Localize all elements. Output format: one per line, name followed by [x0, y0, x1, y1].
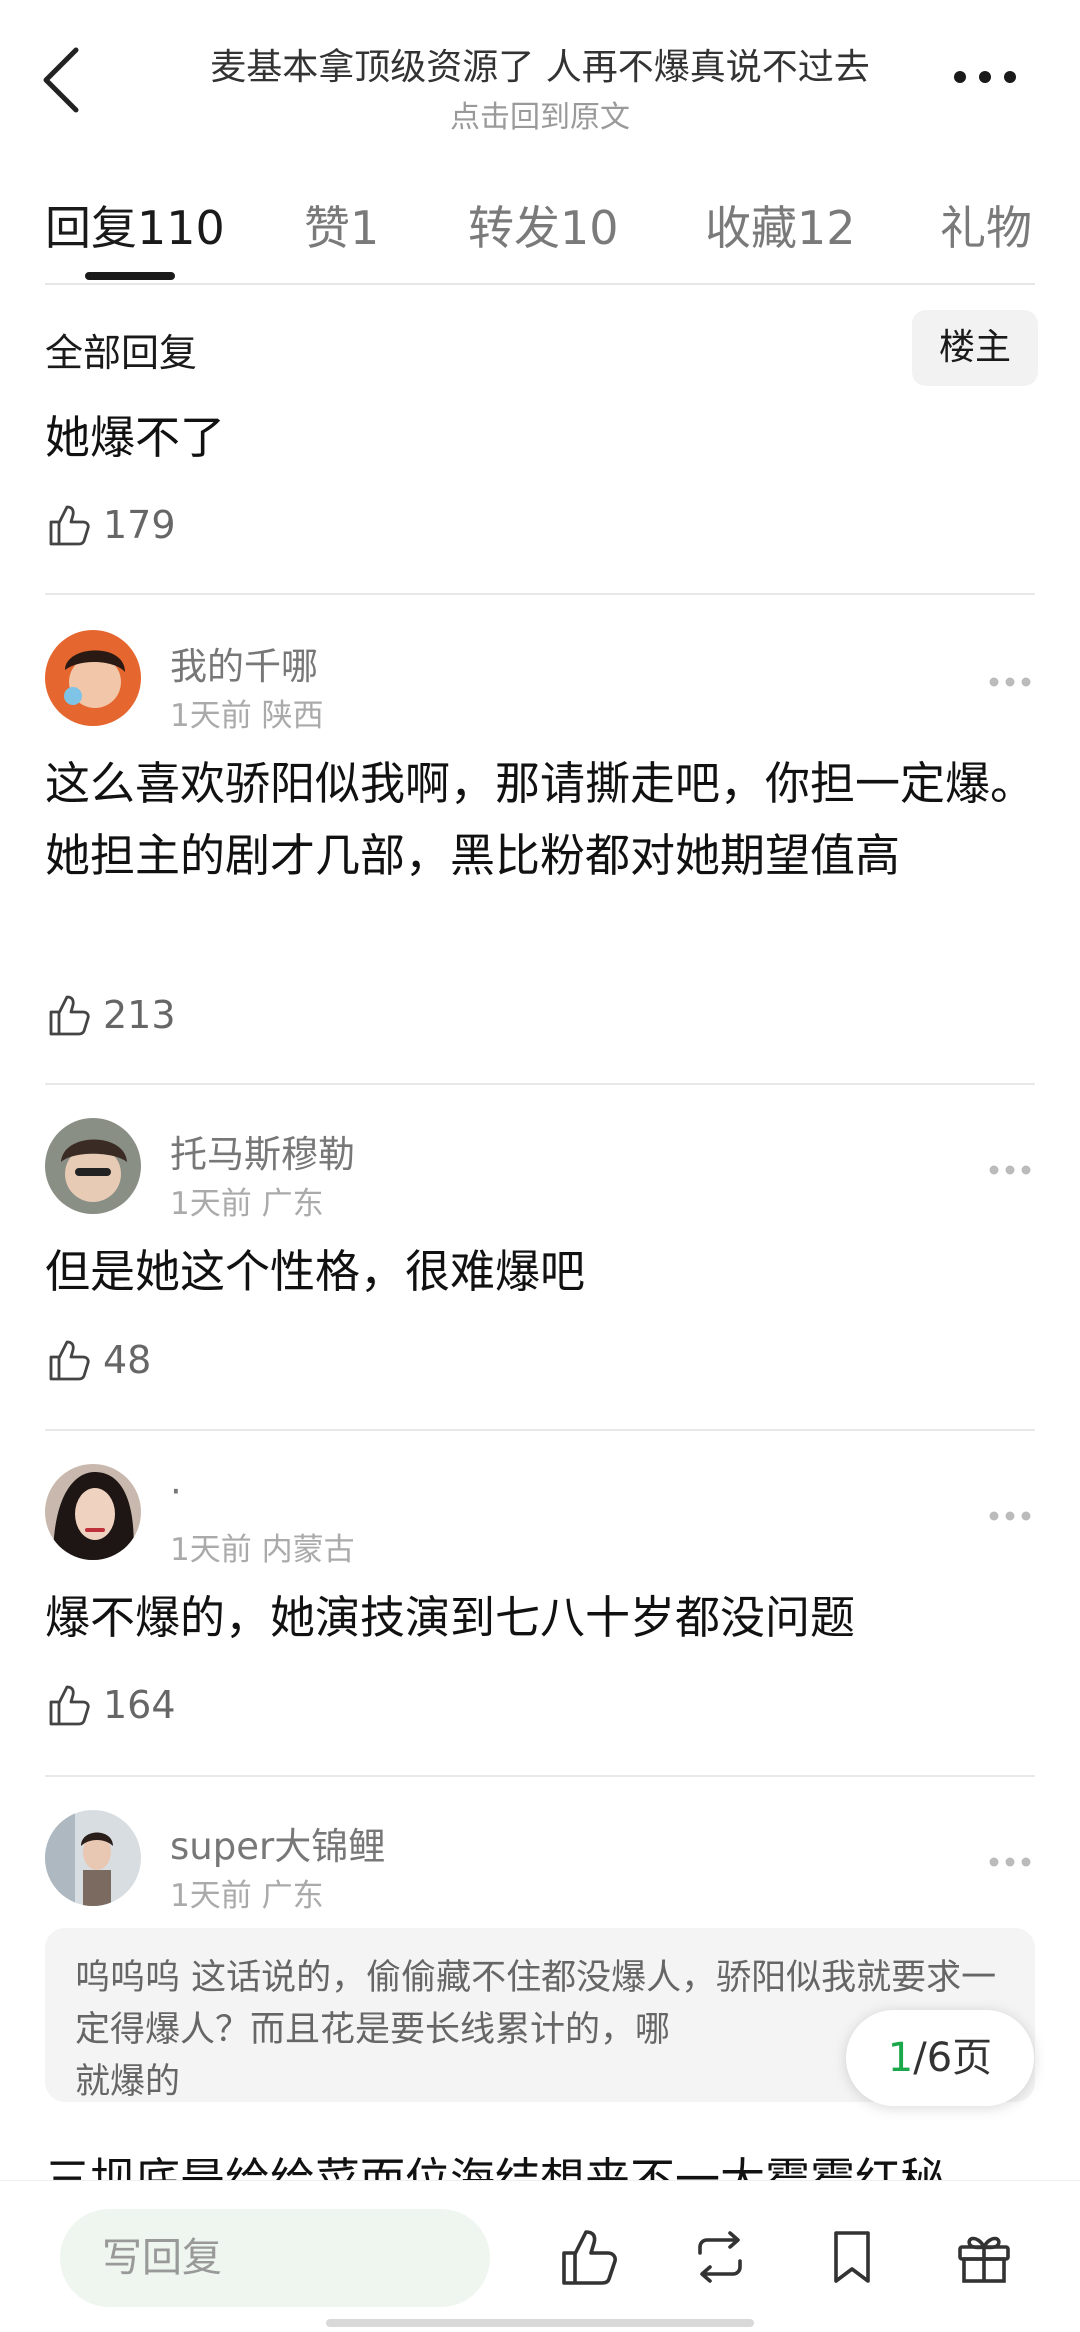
- username[interactable]: super大锦鲤: [170, 1816, 385, 1870]
- comment-time: 1天前: [170, 698, 252, 734]
- section-title: 全部回复: [45, 331, 198, 375]
- thumbs-up-icon: [49, 995, 90, 1036]
- like-button[interactable]: 48: [45, 1335, 151, 1385]
- comment-more-button[interactable]: [988, 674, 1032, 688]
- more-dots-icon: [989, 1511, 1031, 1521]
- tab-count: 110: [137, 201, 225, 255]
- comment-text: 爆不爆的，她演技演到七八十岁都没问题: [45, 1591, 856, 1644]
- comment-time: 1天前: [170, 1878, 252, 1914]
- more-dots-icon: [989, 1165, 1031, 1175]
- like-count: 179: [103, 503, 176, 547]
- page-current: 1: [887, 2035, 914, 2081]
- thumbs-up-icon: [49, 1340, 90, 1381]
- comment-more-button[interactable]: [988, 1508, 1032, 1522]
- comment-more-button[interactable]: [988, 1162, 1032, 1176]
- like-button[interactable]: 164: [45, 1680, 176, 1730]
- avatar[interactable]: [45, 630, 141, 726]
- comment-meta: 1天前 广东: [170, 1870, 324, 1915]
- comment-text: 她爆不了: [45, 411, 226, 464]
- comment-text: 但是她这个性格，很难爆吧: [45, 1245, 586, 1298]
- page-total: /6页: [913, 2035, 993, 2081]
- avatar[interactable]: [45, 1464, 141, 1560]
- repost-button[interactable]: [688, 2225, 752, 2289]
- tab-label: 收藏: [705, 201, 797, 255]
- tab-label: 转发: [468, 201, 560, 255]
- avatar-image: [45, 630, 141, 726]
- tab-replies[interactable]: 回复110: [45, 192, 225, 258]
- username[interactable]: 我的千哪: [170, 636, 318, 690]
- like-button[interactable]: 179: [45, 500, 176, 550]
- tab-label: 回复: [45, 201, 137, 255]
- divider: [45, 593, 1035, 595]
- quote-text-end: 就爆的: [75, 2062, 181, 2102]
- like-icon: [562, 2230, 617, 2285]
- home-indicator: [326, 2319, 754, 2327]
- like-button[interactable]: 213: [45, 990, 176, 1040]
- gift-button[interactable]: [952, 2225, 1016, 2289]
- reply-input[interactable]: 写回复: [60, 2209, 490, 2307]
- comment-time: 1天前: [170, 1532, 252, 1568]
- active-tab-indicator: [85, 272, 175, 280]
- username[interactable]: 托马斯穆勒: [170, 1124, 355, 1178]
- back-to-original-link[interactable]: 点击回到原文: [150, 92, 930, 136]
- back-button[interactable]: [36, 42, 92, 118]
- like-post-button[interactable]: [556, 2225, 620, 2289]
- thumbs-up-icon: [49, 1685, 90, 1726]
- avatar[interactable]: [45, 1118, 141, 1214]
- tab-reposts[interactable]: 转发10: [468, 192, 619, 258]
- more-dots-icon: [954, 71, 1016, 83]
- tab-count: 12: [797, 201, 856, 255]
- comment-meta: 1天前 陕西: [170, 690, 324, 735]
- comment-more-button[interactable]: [988, 1854, 1032, 1868]
- thumbs-up-icon: [49, 505, 90, 546]
- op-filter-button[interactable]: 楼主: [912, 310, 1038, 386]
- tab-count: 10: [560, 201, 619, 255]
- comment-meta: 1天前 内蒙古: [170, 1524, 355, 1569]
- tab-likes[interactable]: 赞1: [304, 192, 379, 258]
- like-count: 213: [103, 993, 176, 1037]
- comment-text: 这么喜欢骄阳似我啊，那请撕走吧，你担一定爆。她担主的剧才几部，黑比粉都对她期望值…: [45, 757, 1036, 882]
- tab-favorites[interactable]: 收藏12: [705, 192, 856, 258]
- repost-icon: [698, 2231, 742, 2283]
- comment-location: 内蒙古: [261, 1532, 355, 1568]
- quote-author[interactable]: 呜呜呜: [75, 1958, 180, 1998]
- top-nav-bar: 麦基本拿顶级资源了 人再不爆真说不过去 点击回到原文: [0, 0, 1080, 150]
- avatar-image: [45, 1464, 141, 1560]
- comment-location: 广东: [261, 1186, 324, 1222]
- post-title[interactable]: 麦基本拿顶级资源了 人再不爆真说不过去: [150, 38, 930, 90]
- divider: [45, 1429, 1035, 1431]
- gift-icon: [958, 2236, 1010, 2283]
- chevron-left-icon: [43, 47, 79, 113]
- avatar-image: [45, 1118, 141, 1214]
- like-count: 48: [103, 1338, 152, 1382]
- tab-bar: 回复110 赞1 转发10 收藏12 礼物: [0, 180, 1080, 284]
- tab-label: 赞: [304, 201, 350, 255]
- tab-gifts[interactable]: 礼物: [940, 192, 1032, 258]
- page-indicator[interactable]: 1/6页: [846, 2010, 1034, 2106]
- more-options-button[interactable]: [950, 62, 1020, 92]
- comment-location: 陕西: [261, 698, 324, 734]
- username[interactable]: ·: [170, 1470, 182, 1513]
- bookmark-button[interactable]: [820, 2225, 884, 2289]
- tab-count: 1: [350, 201, 380, 255]
- comment-text: 三坝底是给给菜而位海结想来不一大霉霉红秘: [45, 2153, 946, 2180]
- comment-meta: 1天前 广东: [170, 1178, 324, 1223]
- like-count: 164: [103, 1683, 176, 1727]
- divider: [45, 1083, 1035, 1085]
- comment-time: 1天前: [170, 1186, 252, 1222]
- divider: [45, 283, 1035, 285]
- divider: [45, 1775, 1035, 1777]
- comment-location: 广东: [261, 1878, 324, 1914]
- more-dots-icon: [989, 1857, 1031, 1867]
- bookmark-icon: [834, 2231, 870, 2283]
- avatar-image: [45, 1810, 141, 1906]
- more-dots-icon: [989, 677, 1031, 687]
- avatar[interactable]: [45, 1810, 141, 1906]
- tab-label: 礼物: [940, 201, 1032, 255]
- bottom-action-bar: 写回复: [0, 2180, 1080, 2332]
